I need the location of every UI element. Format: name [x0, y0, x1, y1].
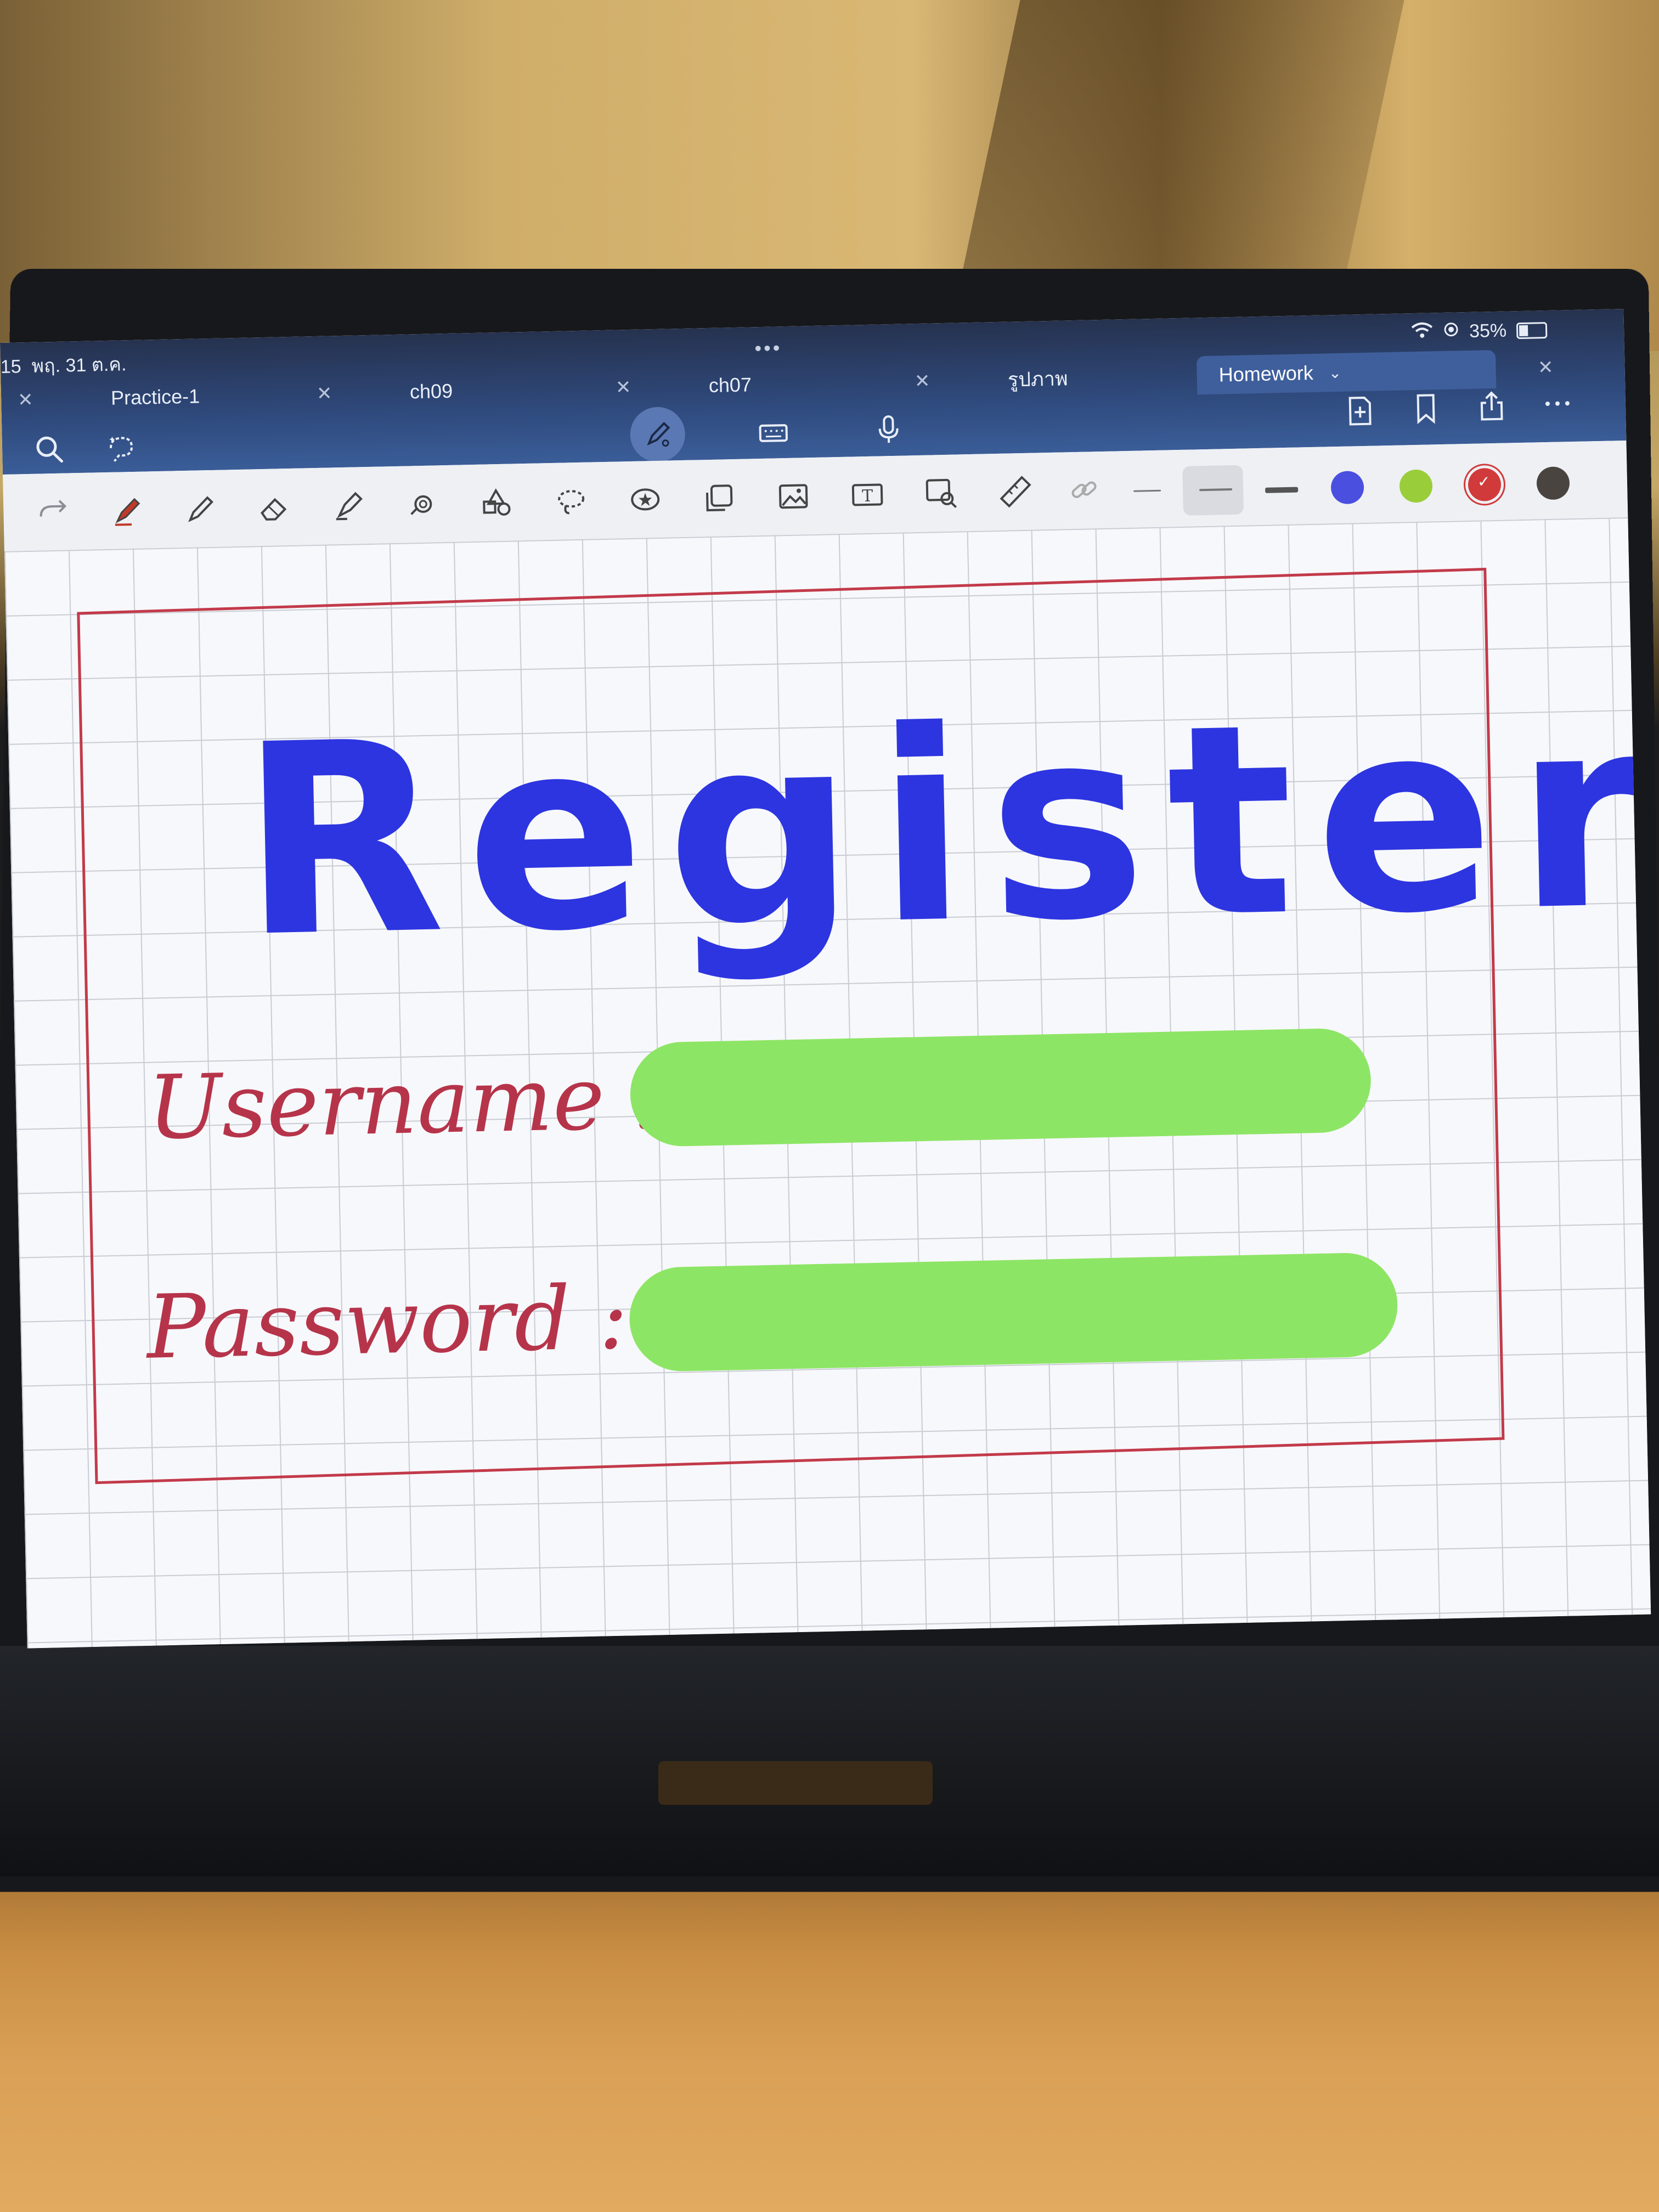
check-icon: ✓ — [1477, 473, 1491, 490]
color-swatch-red[interactable]: ✓ — [1468, 467, 1502, 502]
pen-mode-icon[interactable] — [629, 406, 686, 462]
close-icon[interactable]: ✕ — [914, 370, 930, 393]
case-strap — [658, 1761, 933, 1805]
tab-label: ch09 — [409, 379, 453, 403]
share-icon[interactable] — [1471, 386, 1511, 426]
password-label: Password : — [145, 1266, 629, 1379]
copy-icon[interactable] — [697, 476, 742, 521]
stroke-thick[interactable] — [1265, 487, 1299, 493]
ruler-icon[interactable] — [993, 469, 1038, 514]
bookmark-icon[interactable] — [1406, 388, 1446, 428]
stroke-thin[interactable] — [1133, 489, 1161, 492]
star-icon[interactable] — [623, 477, 668, 522]
search-icon[interactable] — [29, 429, 69, 469]
tab-label: ch07 — [708, 373, 752, 397]
chevron-down-icon[interactable]: ⌄ — [1328, 363, 1341, 381]
pencil-icon[interactable] — [179, 487, 224, 532]
handwritten-title: Registers — [238, 655, 1651, 996]
color-swatch-dark[interactable] — [1536, 466, 1570, 500]
tab-label: Homework — [1218, 361, 1314, 386]
image-search-icon[interactable] — [919, 471, 964, 516]
tab-homework[interactable]: Homework ⌄ — [1196, 349, 1497, 395]
more-icon[interactable] — [1537, 383, 1577, 424]
tab-images[interactable]: ✕ รูปภาพ — [898, 356, 1197, 400]
desk-surface — [0, 1843, 1659, 2212]
multitask-dots[interactable]: ••• — [754, 336, 782, 360]
text-icon[interactable]: T — [845, 472, 890, 517]
time-text: 15 — [0, 356, 22, 377]
date-text: พฤ. 31 ต.ค. — [31, 354, 127, 377]
wall-shadow — [955, 0, 1404, 307]
password-field[interactable] — [628, 1252, 1399, 1373]
close-icon[interactable]: ✕ — [18, 389, 33, 411]
eraser-icon[interactable] — [253, 485, 298, 530]
sticker-tool-icon[interactable] — [475, 480, 520, 525]
keyboard-icon[interactable] — [753, 413, 793, 453]
lasso-icon[interactable] — [549, 478, 594, 523]
tab-label: รูปภาพ — [1007, 366, 1069, 391]
tab-practice-1[interactable]: ✕ Practice-1 — [1, 375, 300, 420]
close-icon[interactable]: ✕ — [616, 376, 631, 399]
redo-icon[interactable] — [31, 489, 76, 534]
location-icon — [1443, 321, 1460, 343]
battery-percent: 35% — [1469, 320, 1507, 342]
add-page-icon[interactable] — [1340, 391, 1380, 431]
status-right: 35% — [1411, 319, 1548, 343]
color-swatch-blue[interactable] — [1330, 471, 1364, 505]
svg-text:✦: ✦ — [109, 436, 116, 445]
microphone-icon[interactable] — [868, 409, 909, 449]
color-swatch-green[interactable] — [1399, 469, 1433, 503]
battery-icon — [1516, 321, 1548, 339]
tab-ch09[interactable]: ✕ ch09 — [300, 369, 599, 413]
image-icon[interactable] — [771, 474, 816, 519]
highlighter-icon[interactable] — [327, 483, 372, 528]
username-label: Username : — [146, 1046, 663, 1159]
note-canvas[interactable]: Registers Username : Password : — [4, 517, 1651, 1649]
shape-icon[interactable] — [400, 482, 445, 527]
close-icon[interactable]: ✕ — [1538, 357, 1554, 379]
lasso-ai-icon[interactable]: ✦ — [100, 428, 140, 468]
tablet-screen: 15 พฤ. 31 ต.ค. 35% ••• ✕ Practice-1 ✕ ch… — [0, 309, 1651, 1649]
status-time: 15 พฤ. 31 ต.ค. — [0, 349, 127, 381]
pen-icon[interactable] — [105, 488, 150, 533]
username-field[interactable] — [629, 1027, 1372, 1148]
tab-label: Practice-1 — [110, 385, 200, 409]
close-icon[interactable]: ✕ — [317, 382, 332, 405]
wifi-icon — [1411, 321, 1434, 343]
svg-text:T: T — [862, 487, 873, 506]
link-icon[interactable] — [1062, 468, 1107, 513]
tab-ch07[interactable]: ✕ ch07 — [599, 363, 898, 407]
